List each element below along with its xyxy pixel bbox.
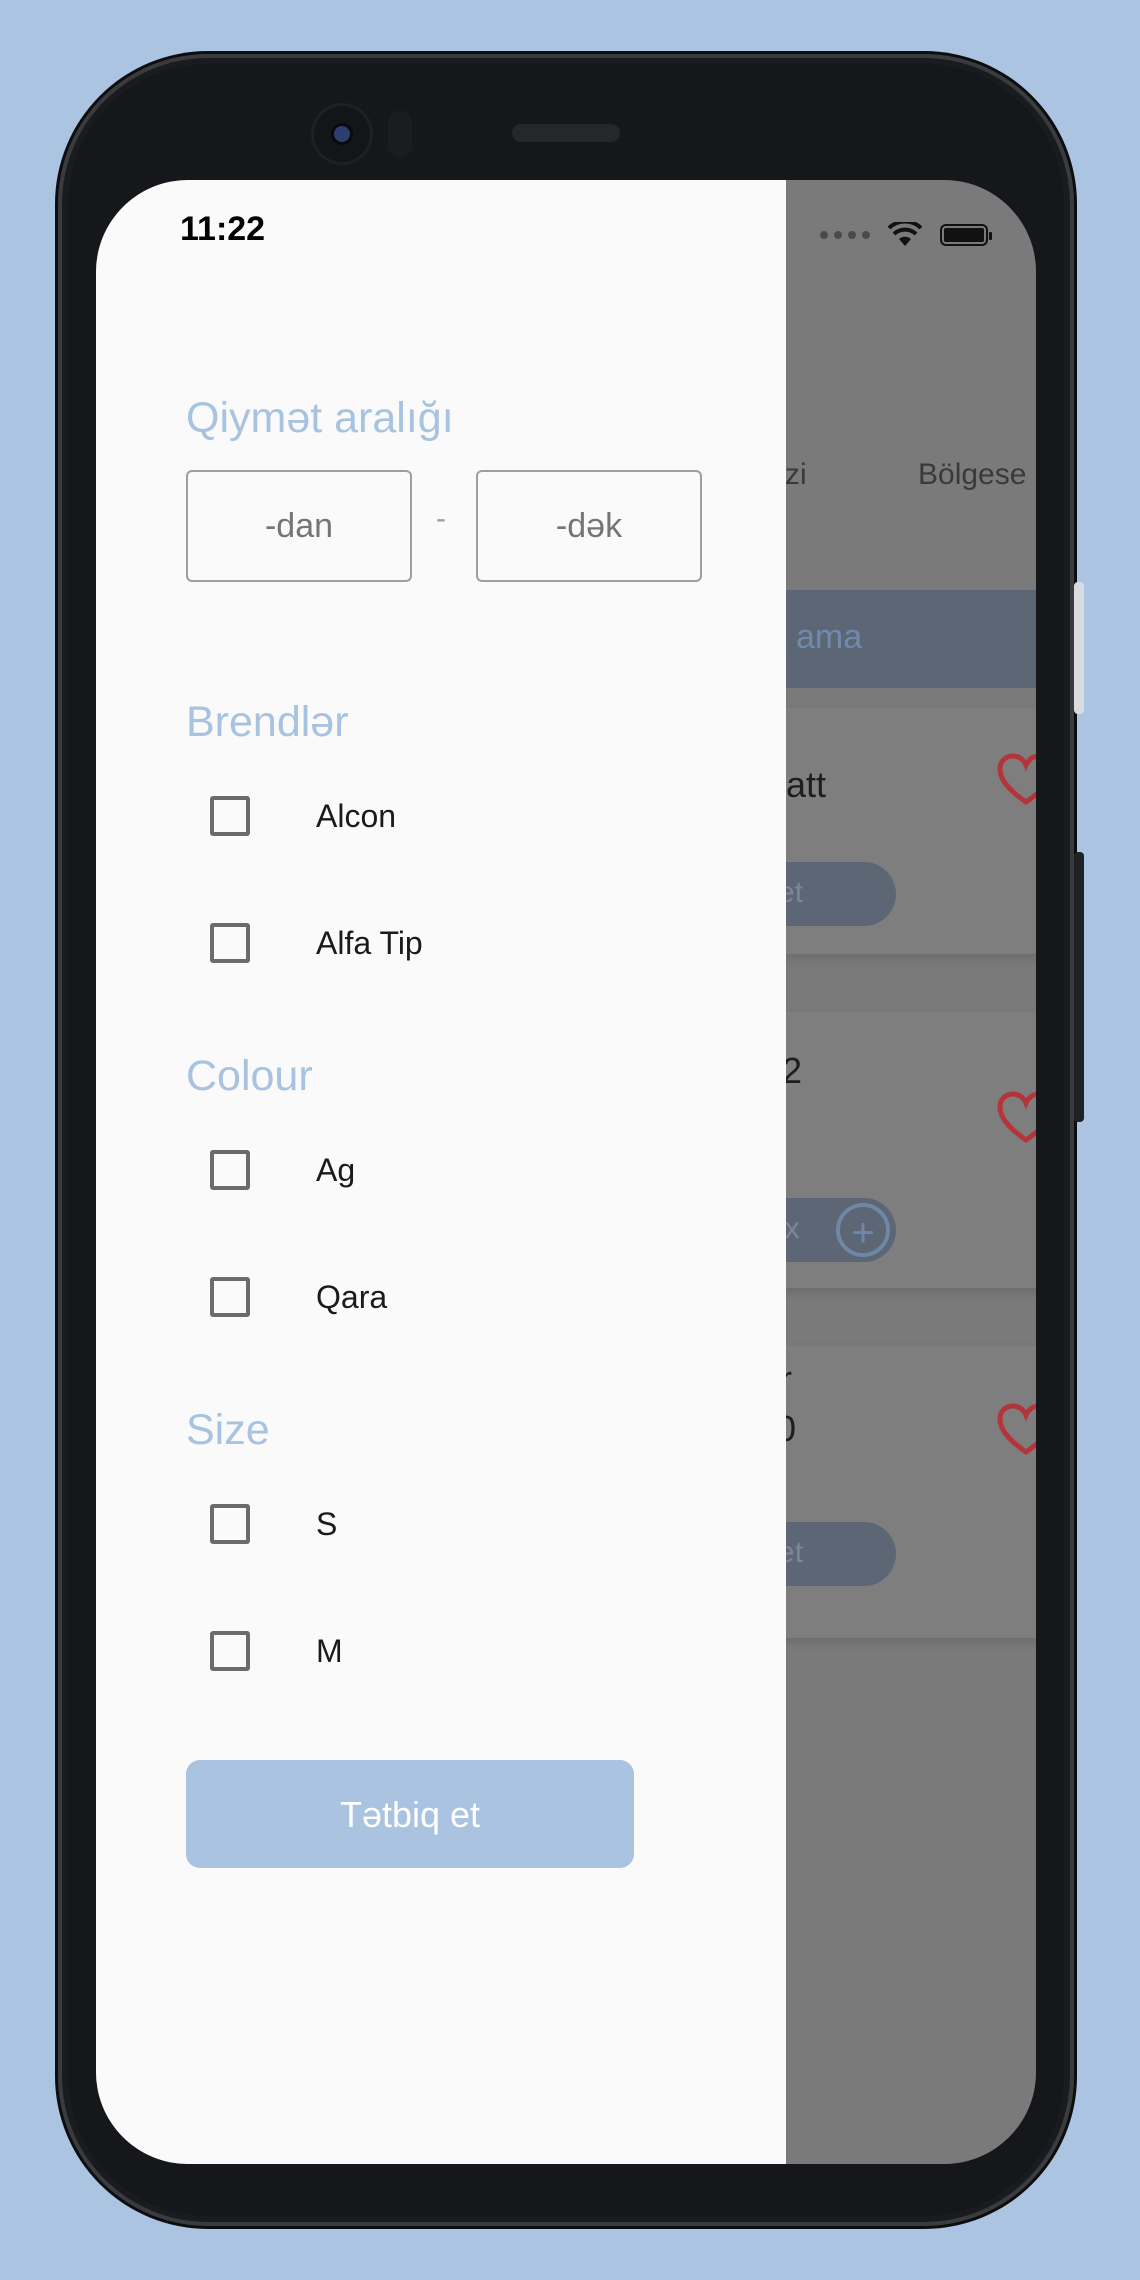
checkbox[interactable]	[210, 923, 250, 963]
status-time: 11:22	[180, 210, 266, 248]
front-camera	[314, 106, 370, 162]
brand-option[interactable]: Alfa Tip	[210, 913, 423, 973]
checkbox[interactable]	[210, 1631, 250, 1671]
price-range-title: Qiymət aralığı	[186, 394, 454, 442]
colour-option[interactable]: Qara	[210, 1267, 387, 1327]
bg-search-button-label: ama	[796, 618, 863, 656]
size-option[interactable]: S	[210, 1494, 337, 1554]
colour-option[interactable]: Ag	[210, 1140, 355, 1200]
screen: n tezi Bölgese ama att əlavə et l 2 − 1x…	[96, 180, 1036, 2164]
filter-drawer: 11:22 Qiymət aralığı - Brendlər Alcon Al…	[96, 180, 786, 2164]
product-name: att	[786, 764, 827, 805]
checkbox[interactable]	[210, 796, 250, 836]
checkbox[interactable]	[210, 1150, 250, 1190]
size-option-label: M	[316, 1632, 343, 1669]
size-title: Size	[186, 1406, 270, 1454]
colour-option-label: Ag	[316, 1151, 356, 1188]
apply-filter-button[interactable]: Tətbiq et	[186, 1760, 634, 1868]
brand-option[interactable]: Alcon	[210, 786, 396, 846]
colour-title: Colour	[186, 1052, 313, 1100]
heart-icon[interactable]	[996, 1090, 1036, 1146]
wifi-icon	[888, 222, 922, 246]
size-option-label: S	[316, 1505, 338, 1542]
signal-icon	[820, 231, 870, 239]
heart-icon[interactable]	[996, 752, 1036, 808]
status-icons	[820, 222, 992, 248]
colour-option-label: Qara	[316, 1278, 388, 1315]
brand-option-label: Alcon	[316, 797, 397, 834]
volume-button	[1074, 852, 1084, 1122]
plus-icon[interactable]: +	[836, 1203, 890, 1257]
price-to-input[interactable]	[476, 470, 702, 582]
proximity-sensor	[388, 110, 412, 158]
price-from-input[interactable]	[186, 470, 412, 582]
bg-tab[interactable]: Bölgese	[918, 458, 1026, 492]
checkbox[interactable]	[210, 1277, 250, 1317]
checkbox[interactable]	[210, 1504, 250, 1544]
battery-icon	[940, 224, 992, 246]
range-separator: -	[436, 502, 446, 535]
power-button	[1074, 582, 1084, 714]
brand-option-label: Alfa Tip	[316, 924, 423, 961]
heart-icon[interactable]	[996, 1402, 1036, 1458]
earpiece-speaker	[512, 124, 620, 142]
size-option[interactable]: M	[210, 1621, 343, 1681]
brands-title: Brendlər	[186, 698, 349, 746]
